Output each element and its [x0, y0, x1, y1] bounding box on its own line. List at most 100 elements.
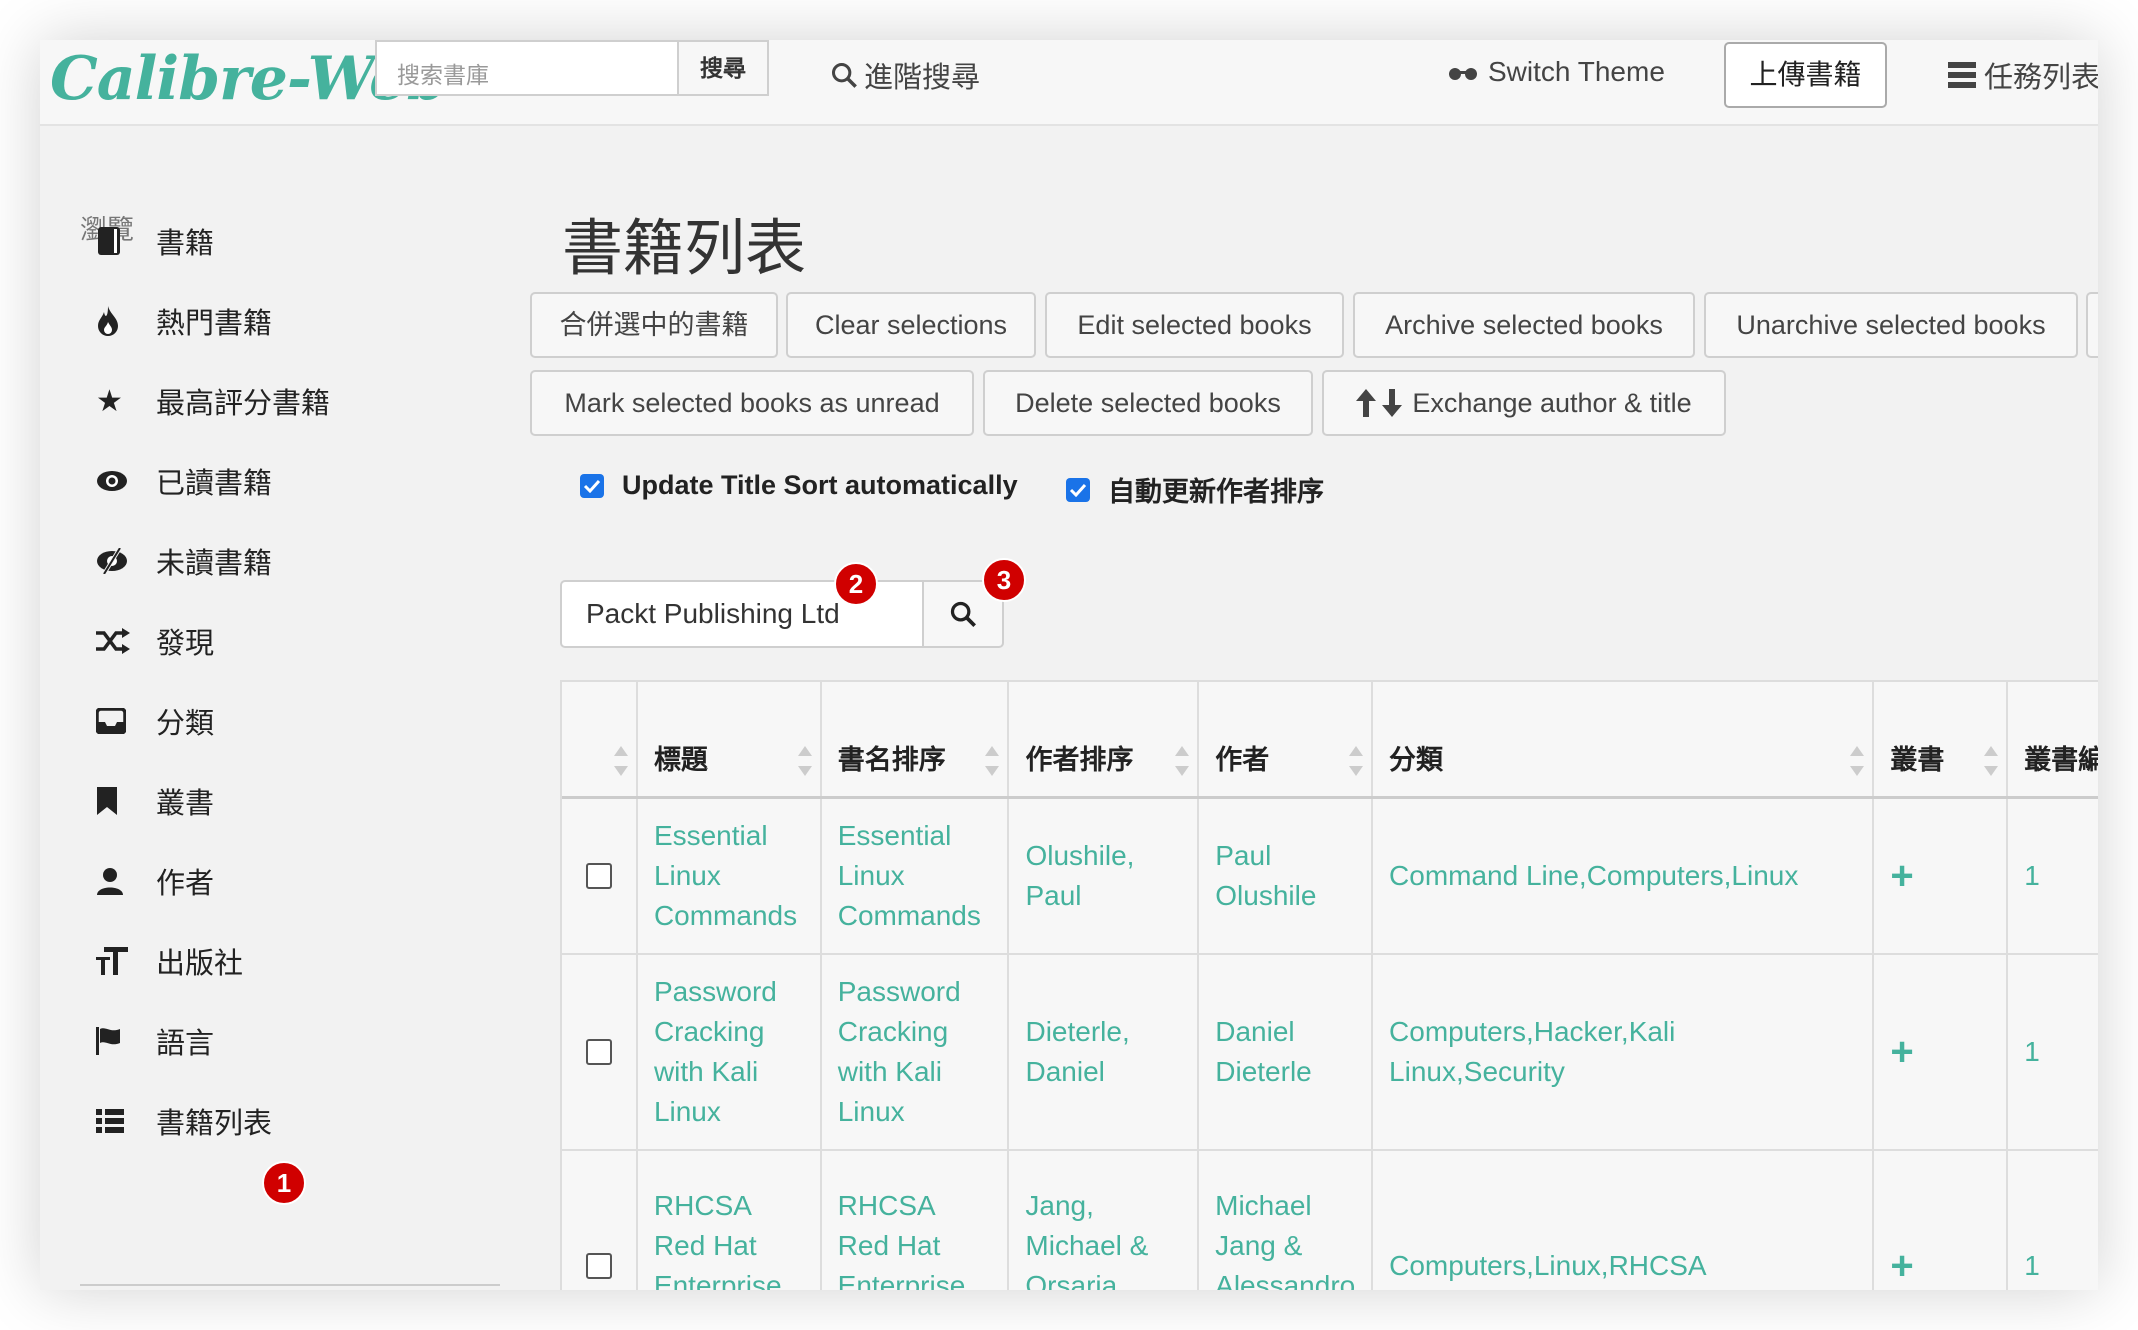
cell-title[interactable]: RHCSA Red Hat Enterprise Linux 9 — [638, 1151, 822, 1290]
sidebar-item-read[interactable]: 已讀書籍 — [96, 458, 272, 504]
row-select-cell — [562, 1151, 638, 1290]
sort-icon — [1349, 746, 1364, 776]
sidebar-item-label: 未讀書籍 — [156, 548, 273, 580]
delete-selected-button[interactable]: Delete selected books — [983, 370, 1313, 436]
column-header-tags[interactable]: 分類 — [1373, 682, 1875, 796]
sidebar-item-unread[interactable]: 未讀書籍 — [96, 538, 272, 584]
sidebar-item-authors[interactable]: 作者 — [96, 858, 214, 904]
user-icon — [97, 868, 123, 895]
column-header-series-index[interactable]: 叢書編號 — [2008, 682, 2098, 796]
unarchive-selected-button[interactable]: Unarchive selected books — [1704, 292, 2078, 358]
sidebar-item-languages[interactable]: 語言 — [96, 1018, 214, 1064]
row-checkbox[interactable] — [585, 863, 612, 889]
sidebar-item-label: 已讀書籍 — [156, 468, 273, 500]
search-input[interactable]: 搜索書庫 — [375, 40, 679, 96]
row-select-cell — [562, 799, 638, 953]
cell-author-sort[interactable]: Olushile, Paul — [1009, 799, 1200, 953]
edit-selected-button[interactable]: Edit selected books — [1045, 292, 1344, 358]
check-icon — [1069, 483, 1087, 497]
cell-title-sort[interactable]: RHCSA Red Hat Enterprise Linux 9 — [822, 1151, 1010, 1290]
title-sort-checkbox-row[interactable]: Update Title Sort automatically — [580, 470, 1018, 501]
cell-series[interactable]: + — [1874, 1151, 2009, 1290]
mark-unread-button[interactable]: Mark selected books as unread — [530, 370, 974, 436]
add-series-icon[interactable]: + — [1890, 1032, 1913, 1072]
exchange-author-title-button[interactable]: Exchange author & title — [1322, 370, 1726, 436]
eye-icon — [97, 471, 127, 491]
check-icon — [583, 479, 601, 493]
cell-tags[interactable]: Computers,Hacker,Kali Linux,Security — [1373, 955, 1875, 1149]
cell-authors[interactable]: Paul Olushile — [1199, 799, 1374, 953]
table-row: Password Cracking with Kali Linux Passwo… — [562, 955, 2098, 1151]
search-button[interactable]: 搜尋 — [679, 40, 769, 96]
archive-selected-button[interactable]: Archive selected books — [1353, 292, 1695, 358]
cell-author-sort[interactable]: Jang, Michael & Orsaria, Alessandro — [1009, 1151, 1200, 1290]
sort-icon — [985, 746, 1000, 776]
cell-title-sort[interactable]: Essential Linux Commands — [822, 799, 1010, 953]
sidebar-item-top-rated[interactable]: ★ 最高評分書籍 — [96, 378, 330, 424]
clear-selections-button[interactable]: Clear selections — [786, 292, 1036, 358]
column-header-label: 作者 — [1215, 745, 1270, 775]
sidebar-item-label: 作者 — [156, 868, 215, 900]
row-checkbox[interactable] — [585, 1039, 612, 1065]
cell-title[interactable]: Password Cracking with Kali Linux — [638, 955, 822, 1149]
author-sort-checkbox-row[interactable]: 自動更新作者排序 — [1066, 470, 1324, 509]
cell-author-sort[interactable]: Dieterle, Daniel — [1009, 955, 1200, 1149]
sidebar-item-label: 書籍列表 — [156, 1108, 273, 1140]
sort-icon — [1175, 746, 1190, 776]
add-series-icon[interactable]: + — [1890, 1246, 1913, 1286]
sidebar-item-publishers[interactable]: 出版社 — [96, 938, 243, 984]
cell-series[interactable]: + — [1874, 955, 2009, 1149]
cell-series[interactable]: + — [1874, 799, 2009, 953]
upload-button[interactable]: 上傳書籍 — [1724, 42, 1887, 108]
sidebar-item-book-list[interactable]: 書籍列表 — [96, 1098, 272, 1144]
navbar: Calibre-Web 搜索書庫 搜尋 進階搜尋 Switch Theme 上傳… — [40, 40, 2098, 126]
more-actions-button[interactable] — [2086, 292, 2098, 358]
cell-tags[interactable]: Computers,Linux,RHCSA — [1373, 1151, 1875, 1290]
annotation-badge-3: 3 — [982, 558, 1026, 602]
cell-authors[interactable]: Michael Jang & Alessandro Orsaria — [1199, 1151, 1374, 1290]
column-header-author-sort[interactable]: 作者排序 — [1009, 682, 1200, 796]
row-checkbox[interactable] — [585, 1253, 612, 1279]
cell-title[interactable]: Essential Linux Commands — [638, 799, 822, 953]
books-table: 標題 書名排序 作者排序 作者 分類 叢書 叢書編號 Essential Lin… — [560, 680, 2098, 1290]
page-title: 書籍列表 — [562, 214, 807, 282]
add-series-icon[interactable]: + — [1890, 856, 1913, 896]
sidebar-item-label: 分類 — [156, 708, 215, 740]
sidebar-item-label: 發現 — [156, 628, 215, 660]
sidebar-item-label: 書籍 — [156, 228, 215, 260]
author-sort-checkbox[interactable] — [1066, 477, 1090, 502]
table-row: Essential Linux Commands Essential Linux… — [562, 799, 2098, 955]
sidebar-item-series[interactable]: 叢書 — [96, 778, 214, 824]
cell-authors[interactable]: Daniel Dieterle — [1199, 955, 1374, 1149]
sidebar-item-books[interactable]: 書籍 — [96, 218, 214, 264]
cell-title-sort[interactable]: Password Cracking with Kali Linux — [822, 955, 1010, 1149]
bookmark-icon — [97, 787, 117, 815]
sidebar-item-categories[interactable]: 分類 — [96, 698, 214, 744]
select-all-header[interactable] — [562, 682, 638, 796]
advanced-search-link[interactable]: 進階搜尋 — [830, 54, 980, 96]
column-header-label: 標題 — [653, 745, 708, 775]
column-header-label: 書名排序 — [837, 745, 946, 775]
tasks-link[interactable]: 任務列表 — [1948, 54, 2098, 96]
sidebar-item-hot[interactable]: 熱門書籍 — [96, 298, 272, 344]
merge-books-button[interactable]: 合併選中的書籍 — [530, 292, 778, 358]
inbox-icon — [96, 708, 126, 734]
column-header-label: 作者排序 — [1025, 745, 1134, 775]
annotation-badge-2: 2 — [834, 562, 878, 606]
cell-series-index[interactable]: 1 — [2008, 1151, 2098, 1290]
cell-series-index[interactable]: 1 — [2008, 955, 2098, 1149]
column-header-series[interactable]: 叢書 — [1874, 682, 2009, 796]
glasses-icon — [1449, 68, 1477, 80]
table-header-row: 標題 書名排序 作者排序 作者 分類 叢書 叢書編號 — [562, 682, 2098, 799]
column-header-authors[interactable]: 作者 — [1199, 682, 1374, 796]
cell-series-index[interactable]: 1 — [2008, 799, 2098, 953]
title-sort-checkbox[interactable] — [580, 473, 604, 498]
switch-theme-button[interactable]: Switch Theme — [1448, 56, 1665, 88]
sort-icon — [1984, 746, 1999, 776]
sidebar-item-discover[interactable]: 發現 — [96, 618, 214, 664]
cell-tags[interactable]: Command Line,Computers,Linux — [1373, 799, 1875, 953]
column-header-label: 叢書 — [1890, 745, 1945, 775]
column-header-title[interactable]: 標題 — [638, 682, 822, 796]
sort-icon — [613, 746, 628, 776]
column-header-title-sort[interactable]: 書名排序 — [822, 682, 1010, 796]
